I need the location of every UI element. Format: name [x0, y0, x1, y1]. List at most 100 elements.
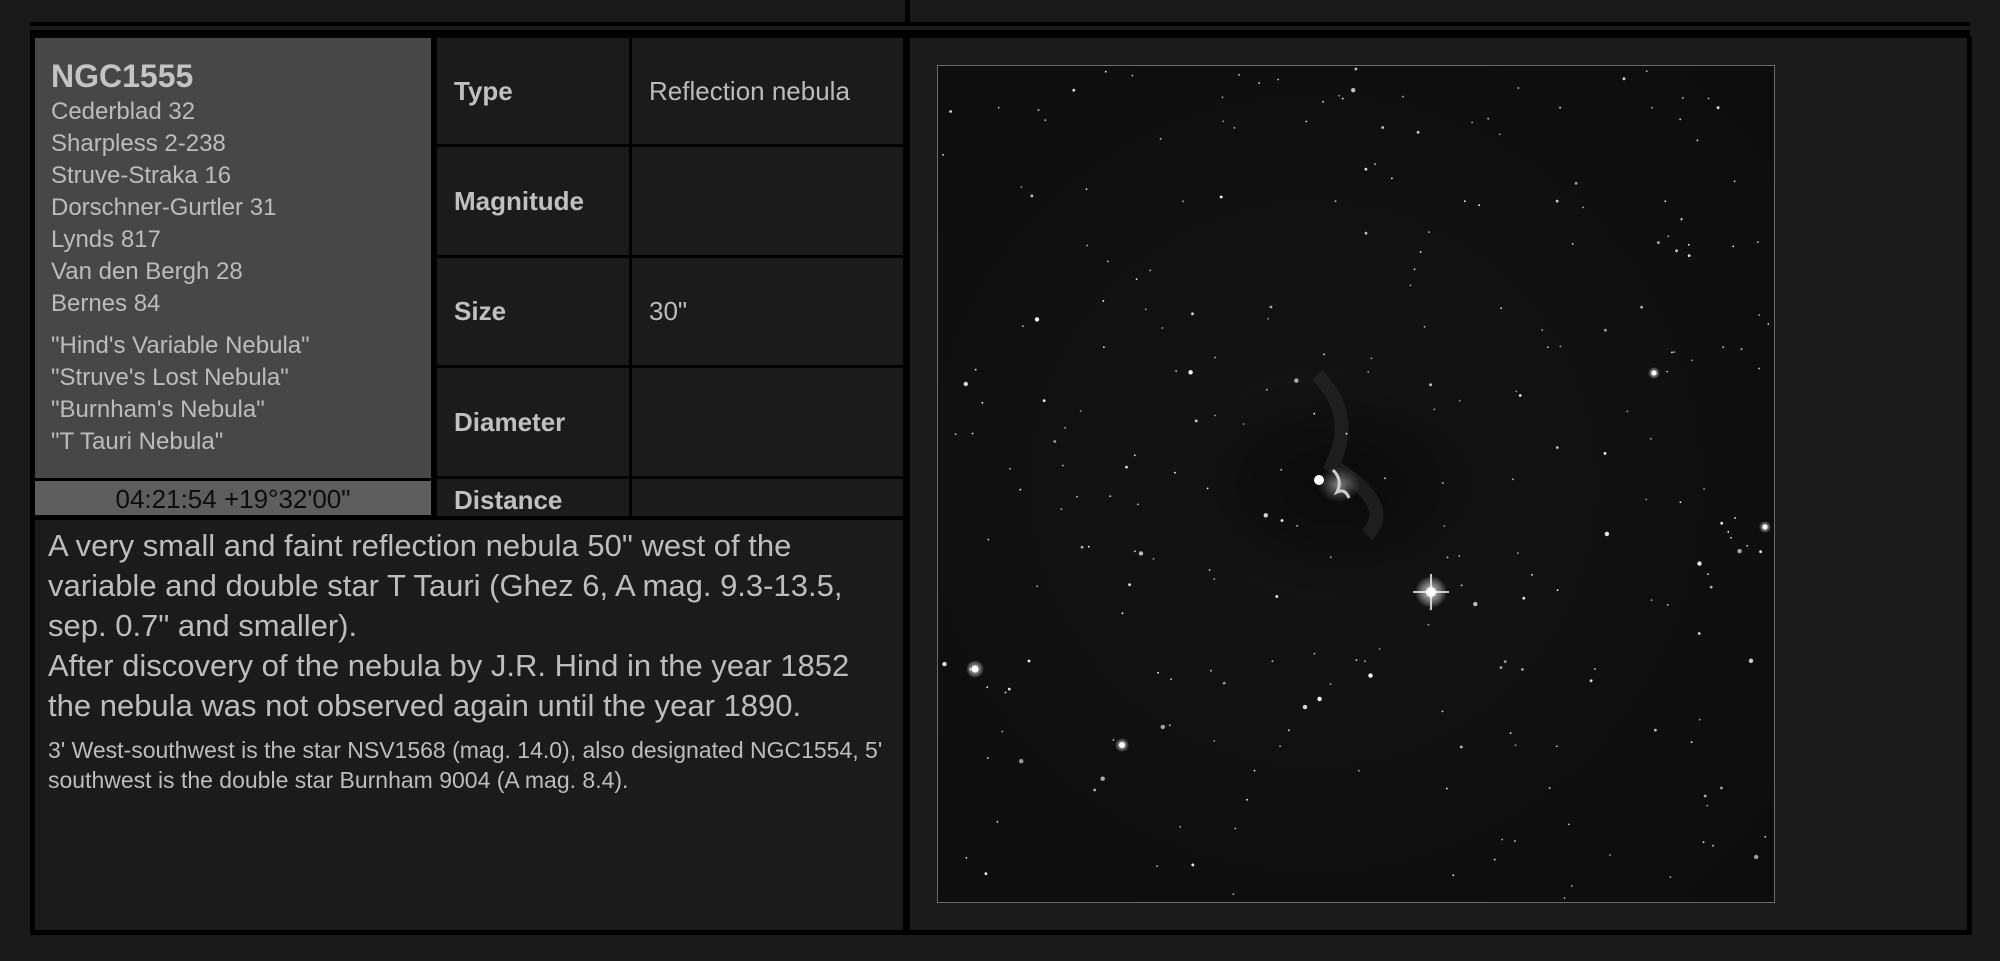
star — [1706, 804, 1709, 807]
star — [1697, 632, 1701, 635]
star — [1733, 180, 1736, 183]
size-value: 30" — [632, 258, 903, 365]
description-paragraph: After discovery of the nebula by J.R. Hi… — [48, 648, 850, 723]
designation-item: Bernes 84 — [51, 290, 161, 317]
star — [1378, 648, 1381, 650]
star — [1559, 345, 1562, 348]
star — [1514, 840, 1516, 842]
star — [1188, 370, 1193, 375]
star — [963, 381, 968, 387]
star — [981, 401, 984, 404]
star — [1001, 730, 1004, 733]
magnitude-label: Magnitude — [437, 147, 629, 255]
star — [1429, 383, 1432, 387]
star — [1493, 858, 1496, 861]
star — [1757, 241, 1759, 244]
star — [1707, 97, 1710, 100]
nickname-item: "Hind's Variable Nebula" — [51, 332, 310, 359]
star — [1161, 327, 1164, 329]
star — [1555, 199, 1559, 203]
bright-star — [1648, 367, 1660, 379]
description-paragraph: A very small and faint reflection nebula… — [48, 528, 843, 643]
star — [1170, 678, 1172, 680]
star — [1675, 249, 1678, 253]
object-name: NGC1555 — [51, 58, 194, 94]
star — [1594, 668, 1596, 670]
star — [1194, 419, 1198, 423]
star — [987, 538, 990, 541]
diameter-label: Diameter — [437, 368, 629, 476]
star — [1137, 503, 1139, 506]
star — [1458, 555, 1461, 557]
star — [1134, 550, 1136, 553]
star — [1740, 348, 1743, 351]
star — [1179, 826, 1182, 828]
star — [1720, 786, 1723, 790]
star — [1131, 74, 1134, 77]
star — [1080, 545, 1084, 549]
star — [1734, 517, 1736, 519]
star — [1100, 776, 1105, 781]
star — [1680, 217, 1683, 220]
star — [1152, 558, 1155, 560]
star — [1498, 133, 1501, 136]
star — [1381, 126, 1385, 129]
star — [1087, 545, 1090, 548]
star — [1758, 314, 1760, 316]
star — [1671, 351, 1673, 354]
star — [1034, 317, 1040, 322]
star — [1709, 585, 1713, 589]
star — [1664, 200, 1667, 203]
star — [1037, 109, 1040, 111]
star — [1159, 138, 1162, 140]
star — [1681, 97, 1684, 99]
designation-item: Dorschner-Gurtler 31 — [51, 194, 277, 221]
star — [1213, 740, 1216, 742]
star — [1354, 67, 1358, 71]
description: A very small and faint reflection nebula… — [48, 526, 898, 795]
star — [1722, 346, 1725, 349]
star — [1258, 82, 1260, 84]
star — [1232, 893, 1235, 896]
star — [1514, 744, 1517, 747]
star — [1571, 243, 1574, 245]
star — [1133, 454, 1136, 457]
star — [1443, 525, 1446, 527]
star — [1460, 584, 1463, 587]
star — [1021, 325, 1024, 328]
star — [1416, 130, 1420, 134]
star — [1053, 440, 1057, 443]
bright-star — [966, 660, 984, 678]
star — [1280, 519, 1284, 522]
star — [1687, 243, 1690, 246]
designation-item: Van den Bergh 28 — [51, 258, 243, 285]
star — [1730, 536, 1732, 539]
star — [1427, 624, 1430, 626]
star — [1712, 844, 1714, 847]
designation-item: Struve-Straka 16 — [51, 162, 232, 189]
star — [1079, 410, 1082, 412]
star — [1030, 194, 1034, 198]
star — [986, 686, 989, 688]
size-label: Size — [437, 258, 629, 365]
star — [1478, 204, 1480, 207]
star — [1767, 323, 1770, 325]
star — [1716, 106, 1720, 110]
type-value: Reflection nebula — [632, 38, 903, 144]
star — [1345, 432, 1348, 435]
star — [1085, 188, 1088, 191]
star — [1253, 769, 1256, 772]
star — [1106, 260, 1109, 263]
star — [1402, 95, 1404, 98]
object-name-box: NGC1555 Cederblad 32 Sharpless 2-238 Str… — [35, 38, 431, 478]
star — [1512, 478, 1514, 481]
star — [1413, 268, 1416, 271]
star — [1666, 603, 1669, 606]
frame-top-divider — [905, 0, 910, 24]
star — [1121, 612, 1124, 615]
star — [1690, 741, 1693, 744]
star — [1703, 794, 1707, 798]
star — [1473, 601, 1478, 607]
nickname-item: "Struve's Lost Nebula" — [51, 364, 289, 391]
star — [1191, 863, 1195, 867]
